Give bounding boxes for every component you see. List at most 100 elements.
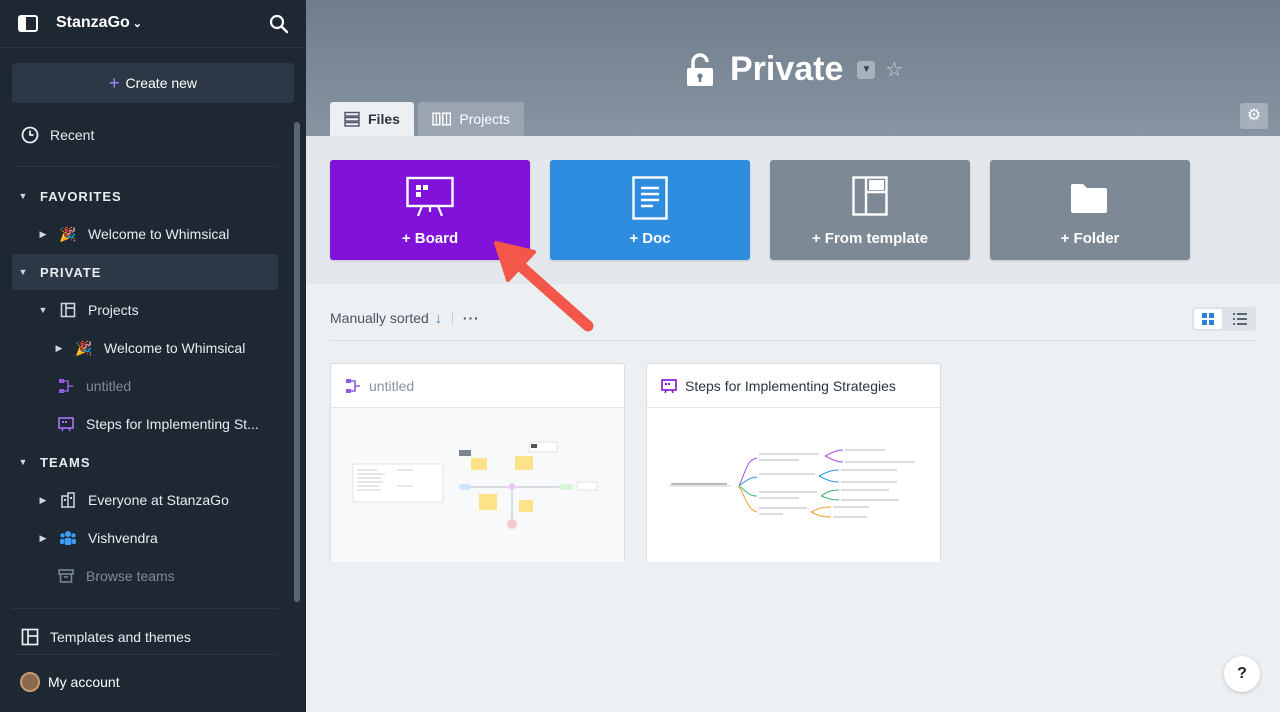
sidebar-header: StanzaGo ⌄ — [0, 0, 306, 48]
chevron-down-icon[interactable]: ▼ — [857, 60, 876, 79]
help-button[interactable]: ? — [1224, 656, 1260, 692]
sidebar-item-everyone[interactable]: ▶ Everyone at StanzaGo — [12, 482, 278, 518]
tab-projects[interactable]: Projects — [418, 102, 524, 136]
grid-icon — [1202, 313, 1214, 325]
list-icon — [344, 111, 360, 127]
divider — [451, 311, 453, 325]
sort-label: Manually sorted — [330, 310, 429, 326]
file-card-header: untitled — [331, 364, 624, 408]
sidebar-scrollbar[interactable] — [294, 122, 300, 602]
card-label: + From template — [811, 230, 929, 247]
chevron-down-icon: ⌄ — [132, 18, 143, 30]
list-view-button[interactable] — [1226, 309, 1254, 329]
sort-direction-icon[interactable]: ↓ — [435, 310, 442, 326]
sidebar-item-vishvendra[interactable]: ▶ Vishvendra — [12, 520, 278, 556]
section-label: PRIVATE — [40, 264, 102, 280]
sidebar-item-templates[interactable]: Templates and themes — [20, 619, 286, 655]
project-icon — [60, 302, 76, 318]
flowchart-icon — [346, 378, 360, 393]
caret-down-icon: ▼ — [18, 457, 28, 467]
divider — [12, 654, 278, 655]
mindmap-preview-image — [669, 449, 915, 518]
view-toggle — [1192, 307, 1256, 331]
document-icon — [632, 176, 668, 220]
tab-label: Projects — [459, 111, 510, 127]
sidebar-item-projects[interactable]: ▼ Projects — [12, 292, 278, 328]
create-new-button[interactable]: + Create new — [12, 63, 294, 103]
my-account-button[interactable]: My account — [20, 672, 120, 692]
lock-icon — [687, 52, 713, 86]
workspace-name: StanzaGo — [56, 14, 130, 31]
sidebar-item-browse-teams[interactable]: Browse teams — [12, 558, 278, 594]
sidebar-item-steps[interactable]: Steps for Implementing St... — [12, 406, 278, 442]
section-teams[interactable]: ▼ TEAMS — [12, 444, 278, 480]
settings-gear-icon[interactable]: ⚙ — [1240, 103, 1268, 129]
flowchart-icon — [59, 379, 73, 393]
board-icon — [406, 176, 454, 217]
file-thumbnail — [331, 408, 624, 562]
sidebar-item-label: Projects — [88, 302, 139, 318]
section-label: FAVORITES — [40, 188, 122, 204]
caret-right-icon: ▶ — [39, 228, 47, 239]
sidebar-item-welcome-favorite[interactable]: ▶ 🎉 Welcome to Whimsical — [12, 216, 278, 252]
caret-right-icon: ▶ — [55, 342, 63, 353]
caret-down-icon: ▼ — [18, 191, 28, 201]
plus-icon: + — [108, 73, 120, 93]
sidebar-item-label: Steps for Implementing St... — [86, 416, 259, 432]
tab-label: Files — [368, 111, 400, 127]
more-options-icon[interactable]: ··· — [463, 310, 480, 326]
party-icon: 🎉 — [75, 339, 93, 356]
create-doc-card[interactable]: + Doc — [550, 160, 750, 260]
columns-icon — [432, 112, 452, 126]
sidebar-item-label: Recent — [50, 127, 95, 143]
team-icon — [60, 531, 76, 545]
archive-icon — [58, 569, 74, 583]
card-label: + Folder — [1060, 230, 1120, 247]
building-icon — [61, 492, 75, 508]
divider — [12, 608, 278, 609]
sidebar-item-recent[interactable]: Recent — [20, 117, 286, 153]
card-label: + Board — [401, 230, 459, 247]
sidebar-item-label: Welcome to Whimsical — [104, 340, 246, 356]
sidebar-item-welcome-private[interactable]: ▶ 🎉 Welcome to Whimsical — [12, 330, 278, 366]
main-content: Private ▼ ☆ Files Projects ⚙ + Board + D… — [306, 0, 1280, 712]
file-thumbnail — [647, 408, 940, 562]
sort-bar: Manually sorted ↓ ··· — [330, 310, 480, 326]
caret-right-icon: ▶ — [39, 532, 47, 543]
divider — [12, 166, 278, 167]
sidebar-item-label: Welcome to Whimsical — [88, 226, 230, 242]
file-name: Steps for Implementing Strategies — [685, 377, 896, 394]
card-label: + Doc — [629, 230, 671, 247]
create-cards-row: + Board + Doc + From template + Folder — [306, 136, 1280, 284]
board-icon — [58, 417, 74, 432]
section-private[interactable]: ▼ PRIVATE — [12, 254, 278, 290]
create-board-card[interactable]: + Board — [330, 160, 530, 260]
workspace-switcher[interactable]: StanzaGo ⌄ — [56, 14, 142, 32]
sort-dropdown[interactable]: Manually sorted ↓ — [330, 310, 442, 326]
file-card-steps[interactable]: Steps for Implementing Strategies — [646, 363, 941, 562]
page-header: Private ▼ ☆ Files Projects ⚙ — [306, 0, 1280, 136]
my-account-label: My account — [48, 674, 120, 690]
grid-view-button[interactable] — [1194, 309, 1222, 329]
create-folder-card[interactable]: + Folder — [990, 160, 1190, 260]
template-icon — [21, 628, 39, 646]
file-card-untitled[interactable]: untitled — [330, 363, 625, 562]
divider — [330, 340, 1256, 341]
sidebar-item-label: Everyone at StanzaGo — [88, 492, 229, 508]
flowchart-preview-image — [352, 441, 598, 529]
create-new-label: Create new — [125, 75, 198, 91]
caret-right-icon: ▶ — [39, 494, 47, 505]
search-icon[interactable] — [268, 13, 290, 35]
sidebar-item-untitled[interactable]: untitled — [12, 368, 278, 404]
sidebar-toggle-icon[interactable] — [18, 15, 38, 32]
create-from-template-card[interactable]: + From template — [770, 160, 970, 260]
section-favorites[interactable]: ▼ FAVORITES — [12, 178, 278, 214]
tab-files[interactable]: Files — [330, 102, 414, 136]
sidebar-item-label: Vishvendra — [88, 530, 158, 546]
star-icon[interactable]: ☆ — [885, 57, 903, 82]
clock-icon — [21, 126, 39, 144]
avatar — [20, 672, 40, 692]
file-card-header: Steps for Implementing Strategies — [647, 364, 940, 408]
sidebar-item-label: Browse teams — [86, 568, 175, 584]
board-icon — [661, 378, 677, 393]
